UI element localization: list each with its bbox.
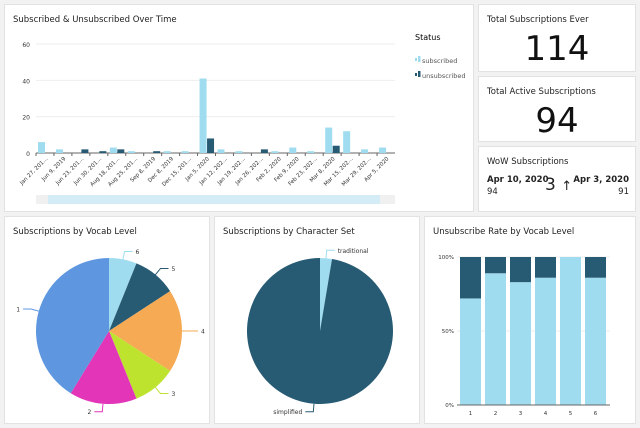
bar-subscribed <box>55 149 63 153</box>
bar-subscribed <box>460 298 481 405</box>
bar-subscribed <box>485 273 506 405</box>
charset-pie-chart: traditional simplified <box>246 248 393 416</box>
legend-swatch-icon <box>415 58 417 61</box>
time-chart-panel: Subscribed & Unsubscribed Over Time 0 20 4… <box>4 4 474 212</box>
pie-leader-line <box>94 403 104 413</box>
bar-unsubscribed <box>99 151 107 153</box>
bar-subscribed <box>307 151 315 153</box>
pie-label: traditional <box>338 248 369 255</box>
pie-label: 2 <box>87 409 91 416</box>
bar-subscribed <box>325 127 333 153</box>
y-tick-label: 40 <box>22 78 30 85</box>
pie-label: 6 <box>136 249 140 256</box>
x-tick-label: 4 <box>544 411 548 417</box>
y-tick-label: 50% <box>442 329 454 335</box>
pie-label: simplified <box>273 409 302 416</box>
pie-slice-simplified <box>246 258 393 404</box>
delta-value: 3 <box>545 175 556 195</box>
y-tick-label: 100% <box>438 255 454 261</box>
x-tick-label: 2 <box>494 411 498 417</box>
bar-subscribed <box>181 151 189 153</box>
bar-unsubscribed <box>153 151 161 153</box>
bar-subscribed <box>217 149 225 153</box>
y-tick-label: 60 <box>22 42 30 49</box>
bar-subscribed <box>585 277 606 405</box>
vocab-pie-chart: 6 5 4 3 2 1 <box>16 249 205 416</box>
time-bar-chart: 0204060Jan 27, 201…Jun 9, 2019Jun 23, 20… <box>18 33 466 204</box>
kpi-value: 94 <box>535 101 579 141</box>
bar-subscribed <box>271 151 279 153</box>
bar-unsubscribed <box>81 149 89 153</box>
scrollbar-thumb[interactable] <box>48 195 380 204</box>
kpi-total-active: Total Active Subscriptions 94 <box>478 76 636 142</box>
bar-subscribed <box>510 282 531 405</box>
bar-subscribed <box>560 257 581 405</box>
bar-subscribed <box>361 149 369 153</box>
legend-swatch-icon <box>418 56 421 62</box>
y-tick-label: 0 <box>26 151 30 158</box>
pie-label: 4 <box>201 329 205 336</box>
bar-unsubscribed <box>117 149 125 153</box>
charset-pie-panel: Subscriptions by Character Set tradition… <box>214 216 420 424</box>
kpi-wow: WoW Subscriptions Apr 10, 2020 94 3 ↑ Ap… <box>478 146 636 212</box>
vocab-pie-panel: Subscriptions by Vocab Level 654321 <box>4 216 210 424</box>
prev-date: Apr 3, 2020 <box>573 175 629 185</box>
pie-leader-line <box>23 308 39 312</box>
bar-subscribed <box>109 147 117 153</box>
unsub-rate-chart: 0% 50% 100% 1 2 3 4 5 6 <box>438 255 610 417</box>
bar-unsubscribed <box>260 149 268 153</box>
bar-subscribed <box>235 151 243 153</box>
legend-item-unsubscribed: unsubscribed <box>422 72 466 80</box>
kpi-title: Total Active Subscriptions <box>487 87 596 97</box>
bar-subscribed <box>343 131 351 153</box>
x-tick-label: 6 <box>594 411 598 417</box>
bar-subscribed <box>163 151 171 153</box>
bar-unsubscribed <box>510 257 531 283</box>
bar-subscribed <box>289 147 297 153</box>
bar-unsubscribed <box>460 257 481 299</box>
bar-subscribed <box>535 277 556 405</box>
y-tick-label: 20 <box>22 115 30 122</box>
x-tick-label: 3 <box>519 411 523 417</box>
legend-swatch-icon <box>418 71 421 77</box>
bar-unsubscribed <box>535 257 556 278</box>
bar-subscribed <box>38 142 45 153</box>
pie-leader-line <box>122 251 133 260</box>
bar-unsubscribed <box>585 257 606 278</box>
legend-item-subscribed: subscribed <box>422 57 457 65</box>
pie-leader-line <box>305 403 315 413</box>
current-date: Apr 10, 2020 <box>487 175 549 185</box>
x-tick-label: 5 <box>569 411 573 417</box>
pie-leader-line <box>155 387 169 395</box>
unsub-rate-panel: Unsubscribe Rate by Vocab Level 0% 50% 100… <box>424 216 636 424</box>
legend-swatch-icon <box>415 73 417 76</box>
y-tick-label: 0% <box>445 403 454 409</box>
kpi-value: 114 <box>524 29 590 69</box>
kpi-total-ever: Total Subscriptions Ever 114 <box>478 4 636 72</box>
arrow-up-icon: ↑ <box>561 179 573 194</box>
kpi-title: Total Subscriptions Ever <box>487 15 589 25</box>
pie-leader-line <box>325 249 335 259</box>
pie-label: 3 <box>171 391 175 398</box>
bar-subscribed <box>127 151 135 153</box>
bar-subscribed <box>379 147 387 153</box>
x-tick-label: 1 <box>469 411 473 417</box>
bar-unsubscribed <box>485 257 506 274</box>
pie-leader-line <box>155 267 169 275</box>
pie-label: 1 <box>16 306 20 313</box>
bar-unsubscribed <box>207 138 215 153</box>
bar-subscribed <box>199 78 207 153</box>
legend-title: Status <box>415 33 441 42</box>
prev-value: 91 <box>618 187 629 197</box>
pie-label: 5 <box>171 266 175 273</box>
bar-unsubscribed <box>332 145 340 153</box>
current-value: 94 <box>487 187 498 197</box>
kpi-title: WoW Subscriptions <box>487 157 569 167</box>
